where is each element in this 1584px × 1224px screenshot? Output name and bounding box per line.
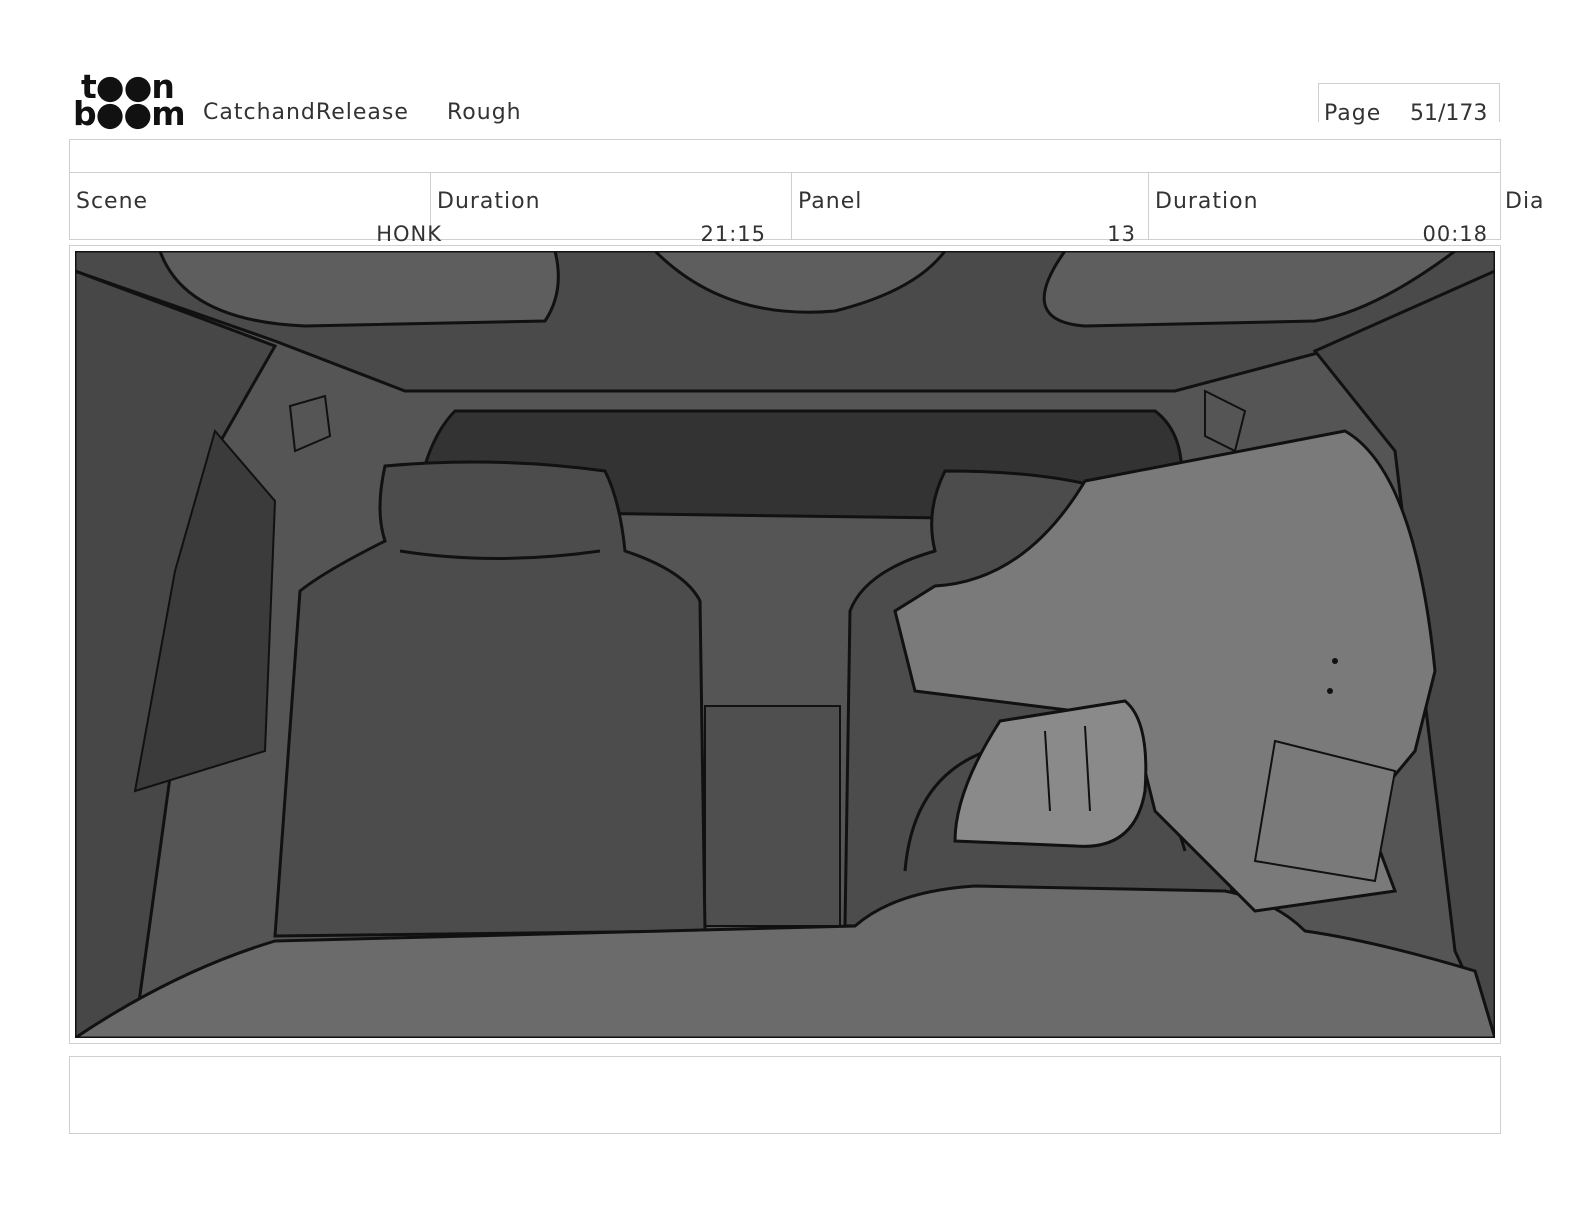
- panel-label: Panel: [798, 189, 863, 214]
- scene-duration-cell: Duration 21:15: [431, 172, 792, 246]
- page-label: Page: [1324, 101, 1382, 126]
- logo-text-bottom: b●●m: [73, 94, 186, 133]
- project-name: CatchandRelease: [203, 100, 409, 125]
- scene-duration-value: 21:15: [700, 222, 766, 246]
- shirt-button-1: [1332, 658, 1338, 664]
- center-console: [704, 705, 841, 927]
- header-strip: [69, 139, 1501, 173]
- panel-cell: Panel 13: [792, 172, 1149, 246]
- panel-info-row: Scene HONK Duration 21:15 Panel 13 Durat…: [69, 172, 1501, 246]
- scene-duration-label: Duration: [437, 189, 541, 214]
- panel-value: 13: [1107, 222, 1136, 246]
- dialogue-label: Dia: [1505, 189, 1545, 214]
- stage-name: Rough: [447, 100, 522, 125]
- toonboom-logo: t●●n b●●m: [73, 70, 186, 133]
- panel-duration-cell: Duration 00:18: [1149, 172, 1500, 246]
- car-interior-drawing: [75, 251, 1495, 1038]
- page-number: 51/173: [1410, 101, 1488, 126]
- notes-box: [69, 1056, 1501, 1134]
- panel-duration-value: 00:18: [1422, 222, 1488, 246]
- scene-label: Scene: [76, 189, 149, 214]
- storyboard-frame: [69, 245, 1501, 1044]
- panel-duration-label: Duration: [1155, 189, 1259, 214]
- shirt-button-2: [1327, 688, 1333, 694]
- scene-cell: Scene HONK: [70, 172, 441, 246]
